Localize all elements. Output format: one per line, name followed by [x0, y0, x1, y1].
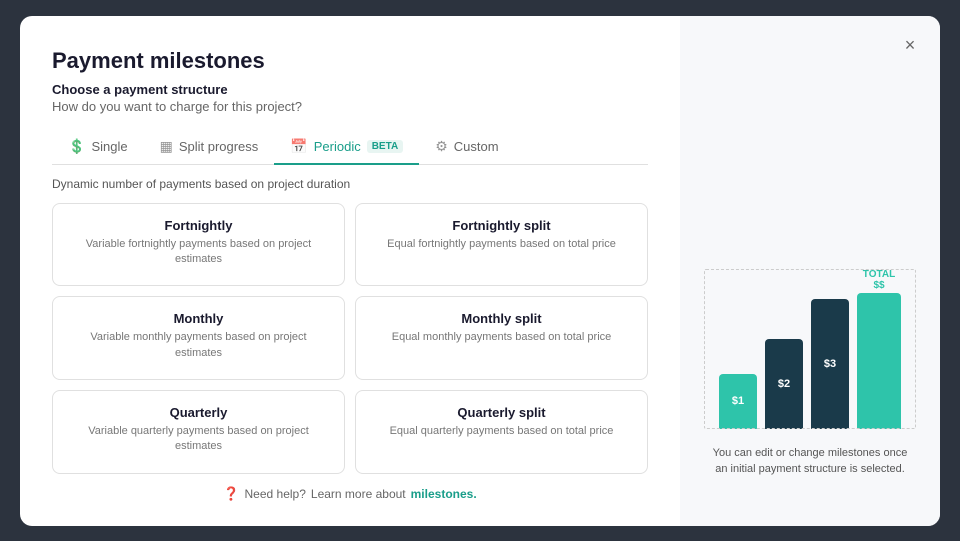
choose-label: Choose a payment structure: [52, 82, 648, 97]
modal-title: Payment milestones: [52, 48, 648, 74]
tab-periodic-label: Periodic: [314, 139, 361, 154]
option-quarterly-title: Quarterly: [69, 405, 328, 420]
option-monthly-split-desc: Equal monthly payments based on total pr…: [372, 330, 631, 345]
tab-split-progress[interactable]: ▦ Split progress: [144, 130, 275, 165]
close-button[interactable]: ×: [896, 32, 924, 60]
tab-single[interactable]: 💲 Single: [52, 130, 144, 165]
chart-caption: You can edit or change milestones oncean…: [713, 445, 908, 478]
option-quarterly-split[interactable]: Quarterly split Equal quarterly payments…: [355, 390, 648, 474]
option-monthly-title: Monthly: [69, 311, 328, 326]
option-fortnightly-desc: Variable fortnightly payments based on p…: [69, 237, 328, 268]
tab-custom-label: Custom: [454, 139, 499, 154]
bar-1-group: $1: [719, 269, 757, 429]
modal-overlay: Payment milestones Choose a payment stru…: [0, 0, 960, 541]
modal-right: $1 $2 $3 TOTAL$$ You can edit or change …: [680, 16, 940, 526]
bar-3: $3: [811, 299, 849, 429]
bar-3-group: $3: [811, 269, 849, 429]
subtitle: Dynamic number of payments based on proj…: [52, 177, 648, 191]
total-label: TOTAL$$: [863, 269, 895, 291]
beta-badge: BETA: [367, 140, 403, 153]
total-bar: [857, 293, 901, 429]
tab-single-label: Single: [91, 139, 127, 154]
option-fortnightly-title: Fortnightly: [69, 218, 328, 233]
tab-custom[interactable]: ⚙ Custom: [419, 130, 514, 165]
option-monthly-split[interactable]: Monthly split Equal monthly payments bas…: [355, 296, 648, 380]
custom-icon: ⚙: [435, 138, 448, 155]
option-fortnightly-split[interactable]: Fortnightly split Equal fortnightly paym…: [355, 203, 648, 287]
option-fortnightly-split-desc: Equal fortnightly payments based on tota…: [372, 237, 631, 252]
help-text: Need help?: [245, 487, 306, 501]
option-fortnightly[interactable]: Fortnightly Variable fortnightly payment…: [52, 203, 345, 287]
modal: Payment milestones Choose a payment stru…: [20, 16, 940, 526]
option-fortnightly-split-title: Fortnightly split: [372, 218, 631, 233]
option-quarterly-split-desc: Equal quarterly payments based on total …: [372, 424, 631, 439]
options-grid: Fortnightly Variable fortnightly payment…: [52, 203, 648, 474]
tab-periodic[interactable]: 📅 Periodic BETA: [274, 130, 419, 165]
bar-2-group: $2: [765, 269, 803, 429]
option-quarterly[interactable]: Quarterly Variable quarterly payments ba…: [52, 390, 345, 474]
help-link-text: Learn more about: [311, 487, 406, 501]
chart-area: $1 $2 $3 TOTAL$$: [704, 269, 916, 429]
tabs: 💲 Single ▦ Split progress 📅 Periodic BET…: [52, 130, 648, 165]
choose-sub: How do you want to charge for this proje…: [52, 99, 648, 114]
help-icon: ❓: [223, 486, 239, 502]
tab-split-label: Split progress: [179, 139, 258, 154]
option-monthly-split-title: Monthly split: [372, 311, 631, 326]
option-quarterly-split-title: Quarterly split: [372, 405, 631, 420]
help-link[interactable]: milestones.: [411, 487, 477, 501]
periodic-icon: 📅: [290, 138, 307, 155]
modal-left: Payment milestones Choose a payment stru…: [20, 16, 680, 526]
split-icon: ▦: [160, 138, 173, 155]
bar-1: $1: [719, 374, 757, 429]
single-icon: 💲: [68, 138, 85, 155]
help-row: ❓ Need help? Learn more about milestones…: [52, 486, 648, 502]
total-bar-wrapper: TOTAL$$: [857, 269, 901, 429]
option-monthly-desc: Variable monthly payments based on proje…: [69, 330, 328, 361]
bar-2: $2: [765, 339, 803, 429]
option-quarterly-desc: Variable quarterly payments based on pro…: [69, 424, 328, 455]
option-monthly[interactable]: Monthly Variable monthly payments based …: [52, 296, 345, 380]
